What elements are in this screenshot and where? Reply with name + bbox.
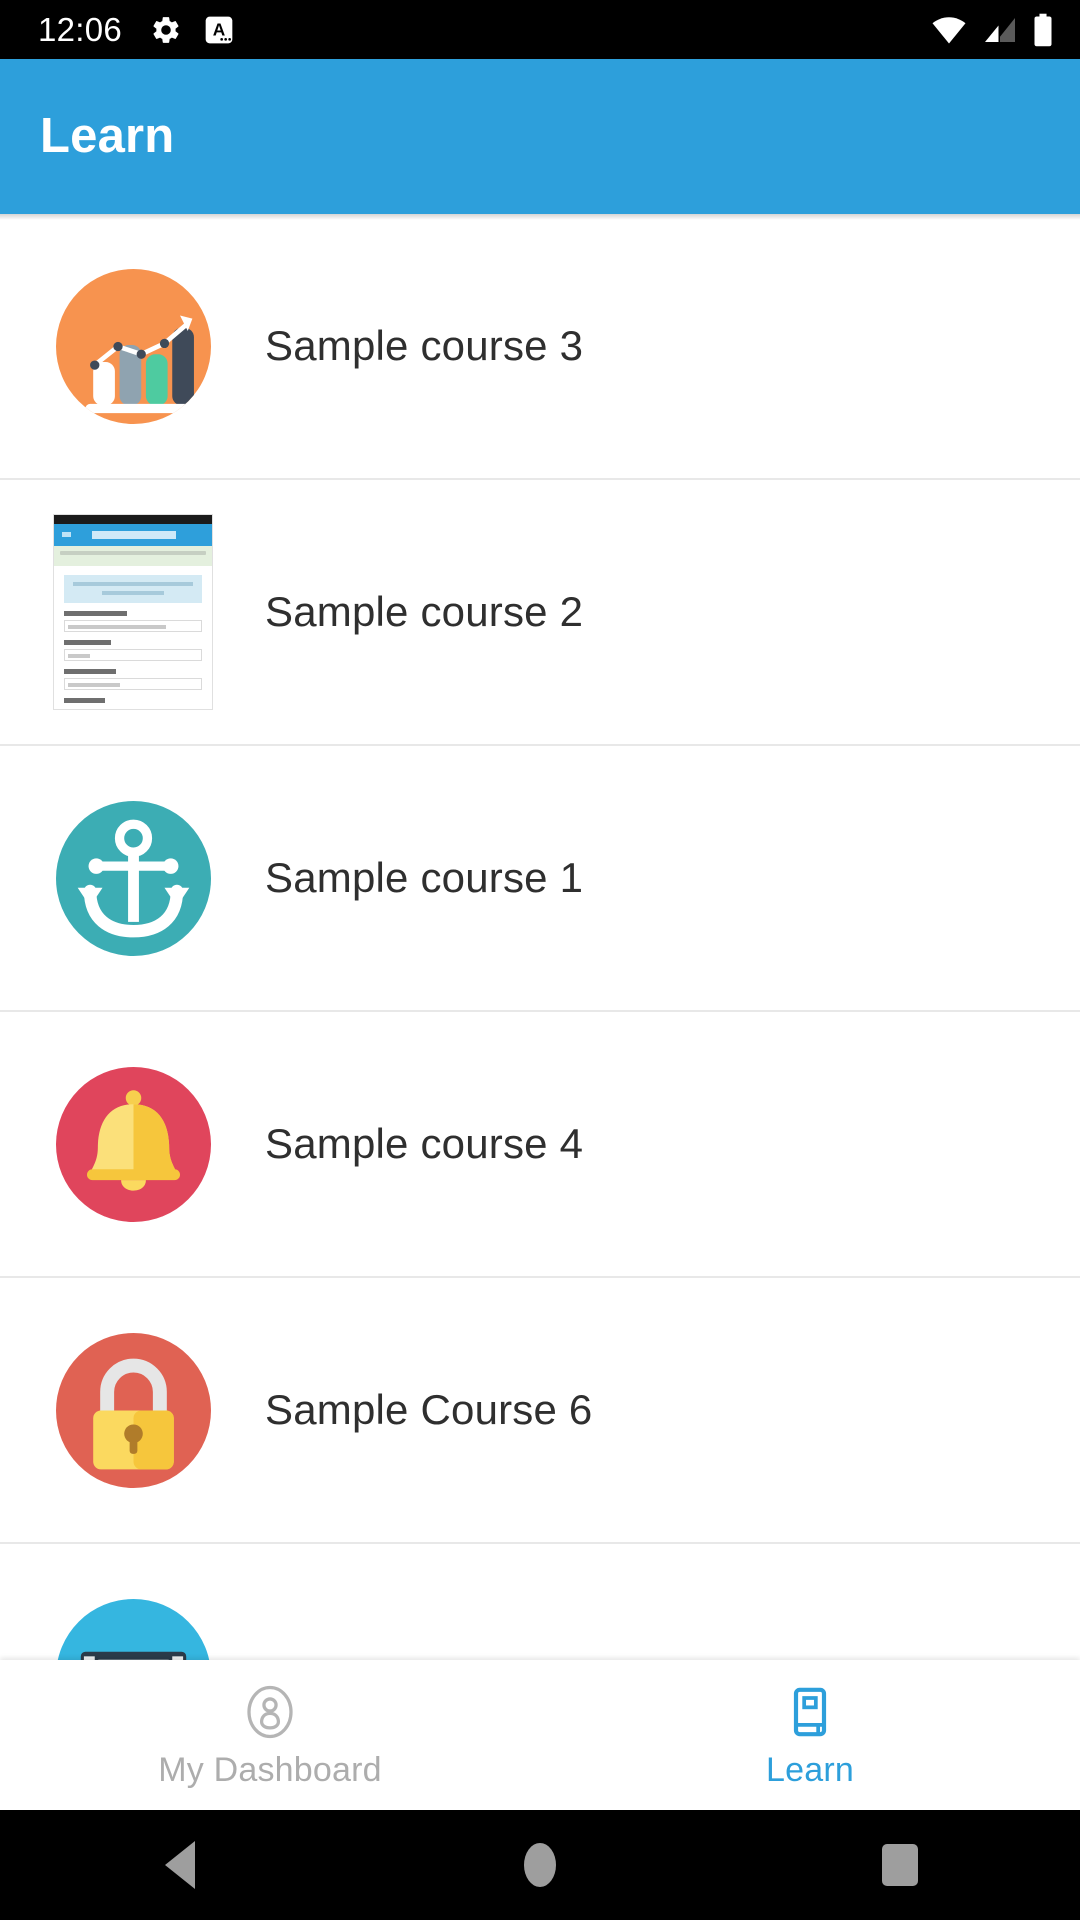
battery-icon: [1032, 13, 1054, 47]
bar-chart-growth-icon: [55, 268, 211, 424]
bell-icon: [55, 1066, 211, 1222]
svg-text:A: A: [213, 19, 226, 39]
status-bar-clock: 12:06: [38, 11, 123, 48]
status-bar: 12:06 A: [0, 0, 1080, 59]
course-list[interactable]: Sample course 3 Sample course 2 Sample c…: [0, 214, 1080, 1660]
app-bar: Learn: [0, 59, 1080, 214]
course-title: Sample Course 6: [265, 1386, 593, 1433]
a-keyboard-icon: A: [204, 14, 234, 46]
course-title: Sample course 1: [265, 854, 584, 901]
list-item[interactable]: Sample course 1: [0, 746, 1080, 1012]
course-thumbnail: [53, 1596, 213, 1660]
padlock-icon: [55, 1332, 211, 1488]
user-circle-icon: [242, 1684, 298, 1740]
book-icon: [782, 1684, 838, 1740]
list-item[interactable]: [0, 1544, 1080, 1660]
android-system-nav: [0, 1810, 1080, 1920]
course-thumbnail: [53, 1330, 213, 1490]
anchor-icon: [55, 800, 211, 956]
course-thumbnail: [53, 266, 213, 426]
status-bar-notification-icons: A: [150, 14, 234, 46]
nav-label-my-dashboard: My Dashboard: [158, 1750, 382, 1789]
course-thumbnail: [53, 798, 213, 958]
back-icon[interactable]: [153, 1838, 207, 1892]
screenshot-thumbnail-icon: [53, 514, 213, 710]
phone-screen: 12:06 A Learn Sample course 3 Sample cou…: [0, 0, 1080, 1920]
wifi-icon: [930, 15, 968, 45]
nav-item-learn[interactable]: Learn: [540, 1660, 1080, 1810]
nav-item-my-dashboard[interactable]: My Dashboard: [0, 1660, 540, 1810]
recents-icon[interactable]: [873, 1838, 927, 1892]
course-thumbnail: [53, 514, 213, 710]
list-item[interactable]: Sample Course 6: [0, 1278, 1080, 1544]
course-thumbnail: [53, 1064, 213, 1224]
page-title: Learn: [40, 109, 175, 163]
course-title: Sample course 2: [265, 588, 584, 635]
nav-label-learn: Learn: [766, 1750, 854, 1789]
gear-icon: [150, 14, 182, 46]
app-bar-shadow: [0, 214, 1080, 220]
list-item[interactable]: Sample course 3: [0, 214, 1080, 480]
course-title: Sample course 3: [265, 322, 584, 369]
home-icon[interactable]: [513, 1838, 567, 1892]
film-strip-icon: [55, 1598, 211, 1660]
status-bar-system-icons: [930, 13, 1054, 47]
list-item[interactable]: Sample course 4: [0, 1012, 1080, 1278]
list-item[interactable]: Sample course 2: [0, 480, 1080, 746]
cell-signal-icon: [982, 15, 1018, 45]
course-title: Sample course 4: [265, 1120, 584, 1167]
bottom-navigation: My Dashboard Learn: [0, 1660, 1080, 1810]
